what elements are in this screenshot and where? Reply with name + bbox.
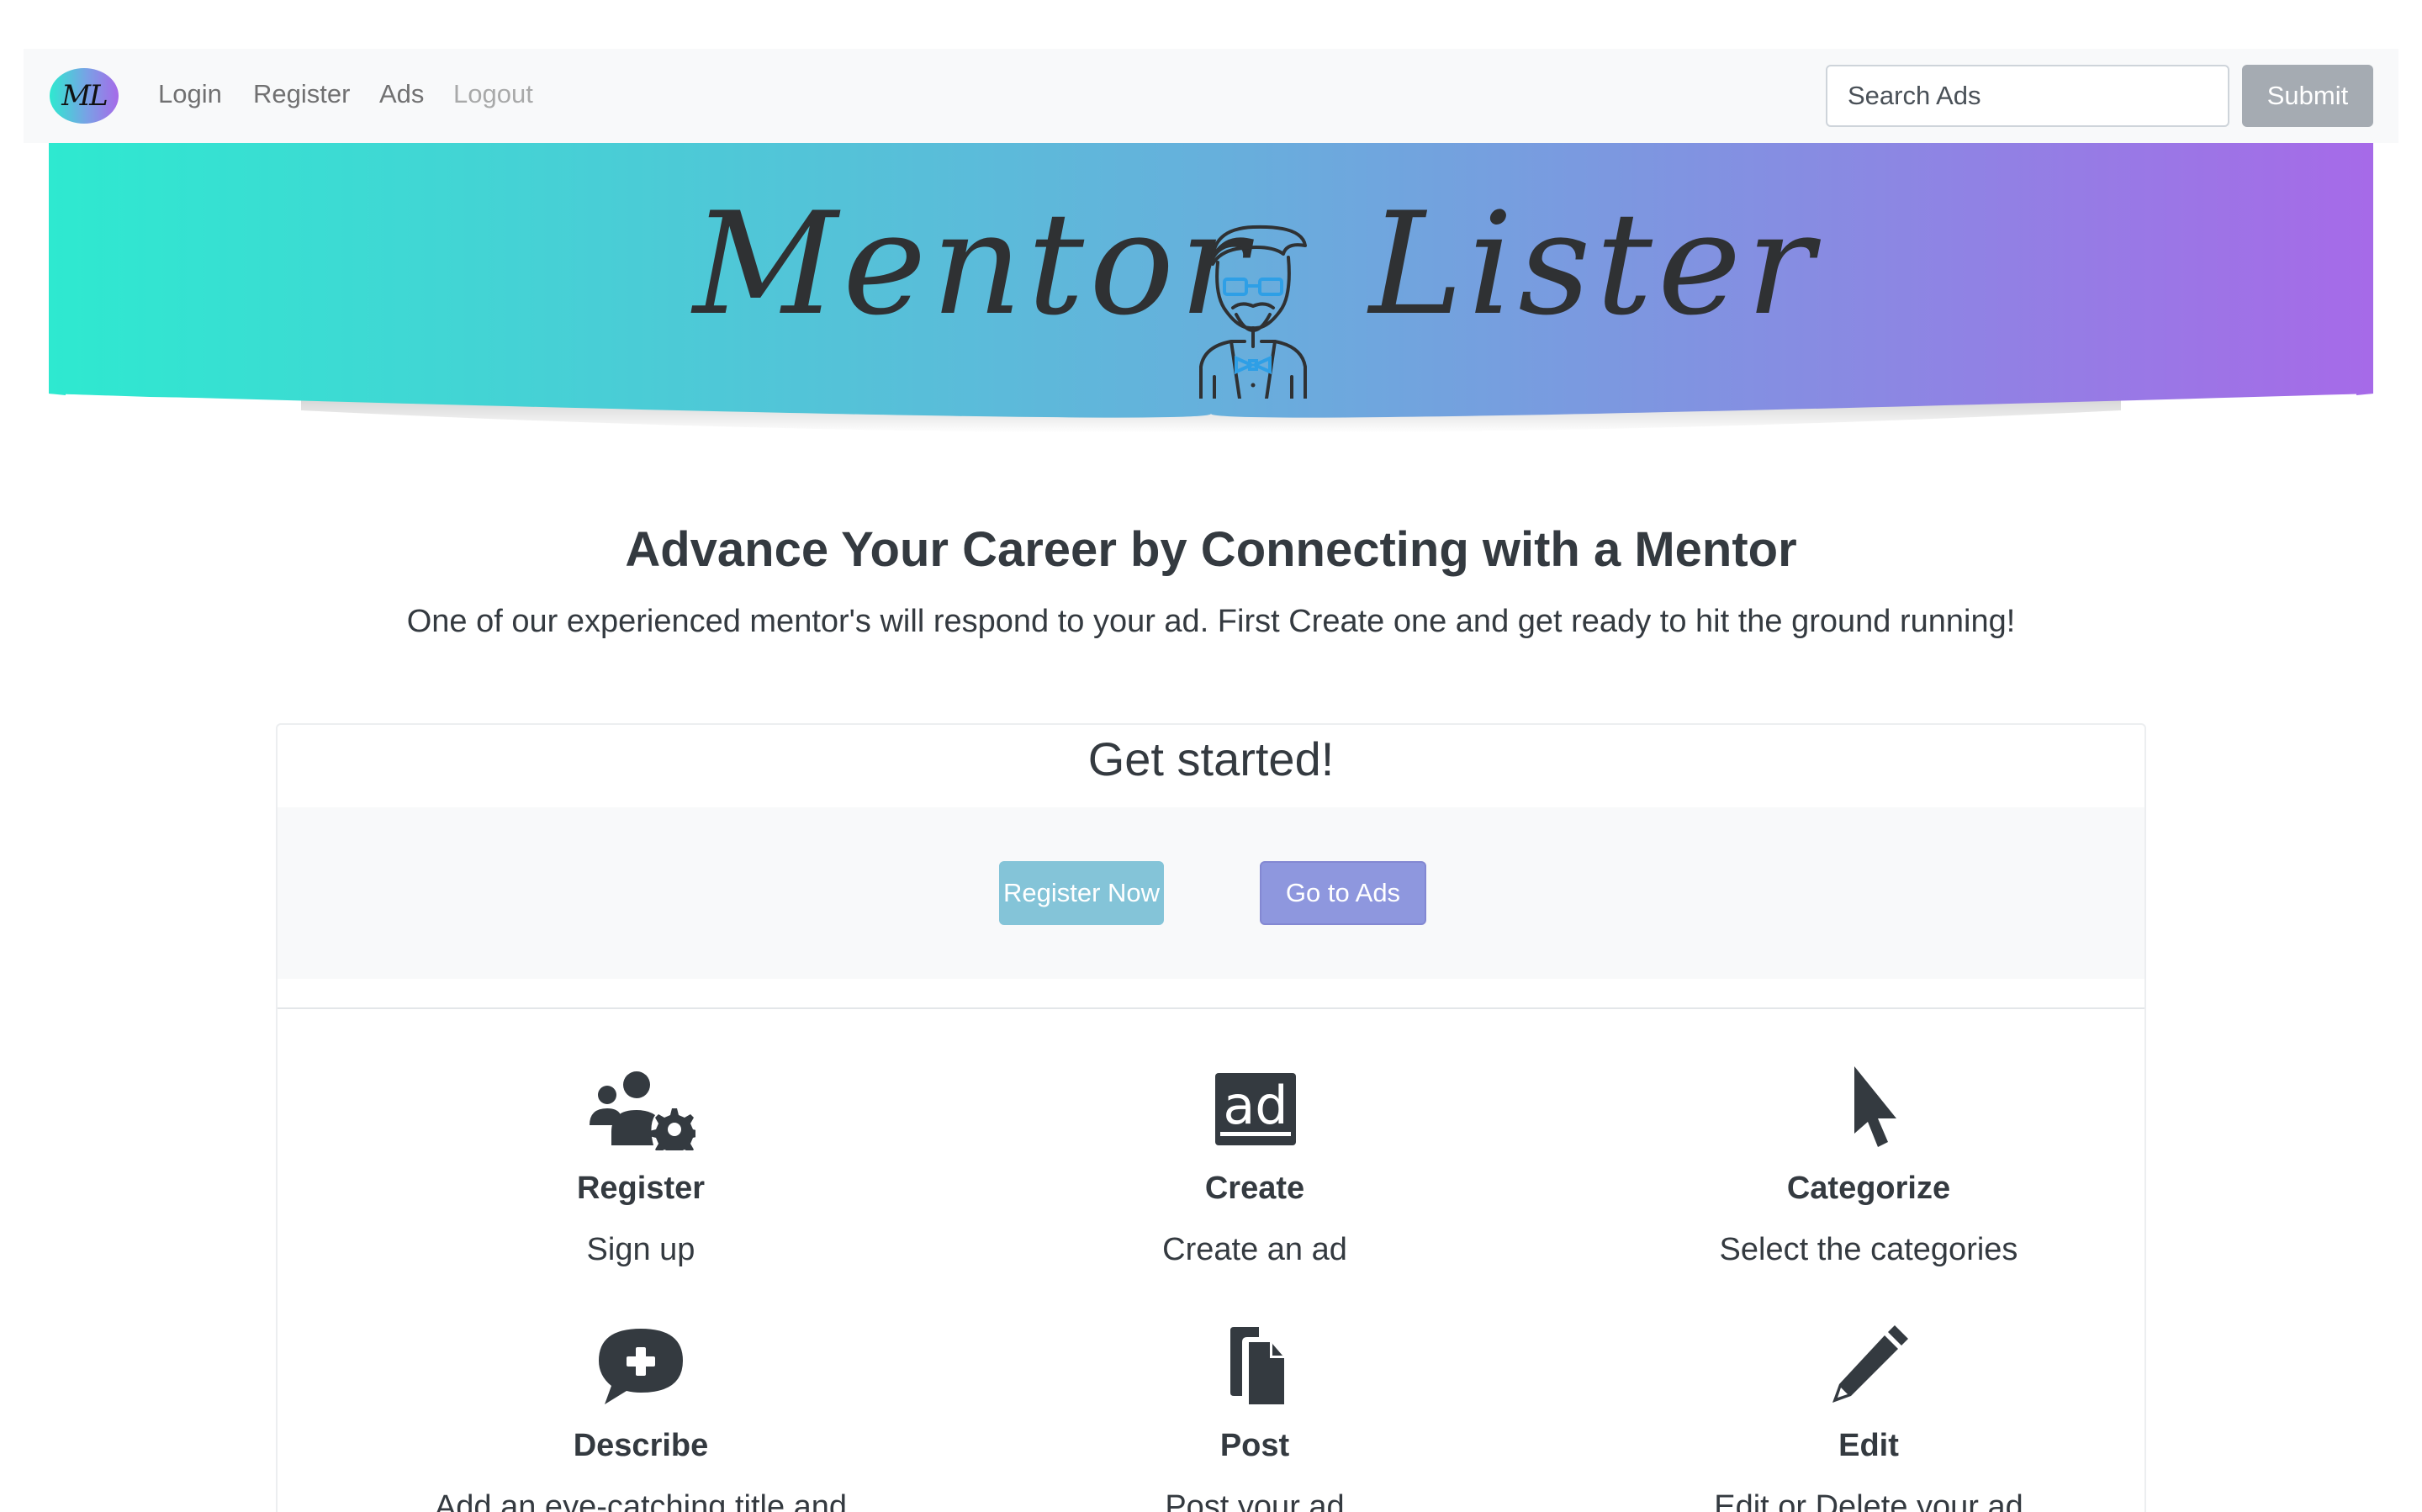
- feature-post: Post Post your ad: [1002, 1324, 1507, 1512]
- feature-desc: Sign up: [586, 1232, 695, 1267]
- feature-title: Register: [576, 1171, 706, 1206]
- hero-banner: Mentor Lister: [49, 143, 2373, 442]
- feature-desc: Select the categories: [1719, 1232, 2018, 1267]
- ad-icon: ad: [1215, 1073, 1296, 1145]
- svg-text:ad: ad: [1223, 1075, 1288, 1136]
- feature-register: Register Sign up: [389, 1066, 893, 1268]
- hipster-mentor-icon: [1199, 225, 1307, 399]
- card-title: Get started!: [1087, 732, 1335, 785]
- logo-word-lister: Lister: [1369, 182, 1819, 346]
- feature-title: Create: [1204, 1171, 1305, 1206]
- feature-edit: Edit Edit or Delete your ad: [1616, 1324, 2121, 1512]
- pencil-icon: [1832, 1325, 1908, 1403]
- brand-logo[interactable]: ML: [50, 68, 119, 124]
- feature-title: Edit: [1838, 1428, 1899, 1463]
- users-cog-icon: [590, 1071, 695, 1150]
- search-input[interactable]: [1826, 65, 2229, 127]
- nav-register[interactable]: Register: [253, 79, 350, 109]
- card-action-band: Register Now Go to Ads: [278, 807, 2144, 979]
- feature-desc: Post your ad: [1165, 1489, 1345, 1512]
- submit-button[interactable]: Submit: [2242, 65, 2373, 127]
- get-started-card: Get started! Register Now Go to Ads Regi…: [276, 723, 2146, 1512]
- comment-plus-icon: [599, 1329, 683, 1404]
- brand-initials: ML: [61, 79, 108, 113]
- navbar: ML Login Register Ads Logout Submit: [24, 49, 2398, 143]
- feature-describe: Describe Add an eye-catching title and: [389, 1324, 893, 1512]
- feature-desc: Edit or Delete your ad: [1714, 1489, 2023, 1512]
- page-headline: Advance Your Career by Connecting with a…: [625, 522, 1797, 577]
- card-divider: [278, 1007, 2144, 1009]
- nav-ads[interactable]: Ads: [379, 79, 424, 109]
- feature-title: Categorize: [1786, 1171, 1951, 1206]
- lead-text: One of our experienced mentor's will res…: [406, 604, 2016, 639]
- feature-title: Describe: [573, 1428, 709, 1463]
- feature-create: ad Create Create an ad: [1002, 1066, 1507, 1268]
- feature-desc: Create an ad: [1162, 1232, 1347, 1267]
- copy-file-icon: [1230, 1327, 1284, 1404]
- go-to-ads-button[interactable]: Go to Ads: [1260, 861, 1426, 925]
- feature-desc: Add an eye-catching title and: [434, 1489, 848, 1512]
- logo-word-mentor: Mentor: [693, 182, 1252, 346]
- nav-login[interactable]: Login: [158, 79, 222, 109]
- feature-categorize: Categorize Select the categories: [1616, 1066, 2121, 1268]
- nav-logout[interactable]: Logout: [453, 79, 533, 109]
- feature-title: Post: [1219, 1428, 1290, 1463]
- mouse-pointer-icon: [1854, 1066, 1896, 1147]
- register-now-button[interactable]: Register Now: [999, 861, 1164, 925]
